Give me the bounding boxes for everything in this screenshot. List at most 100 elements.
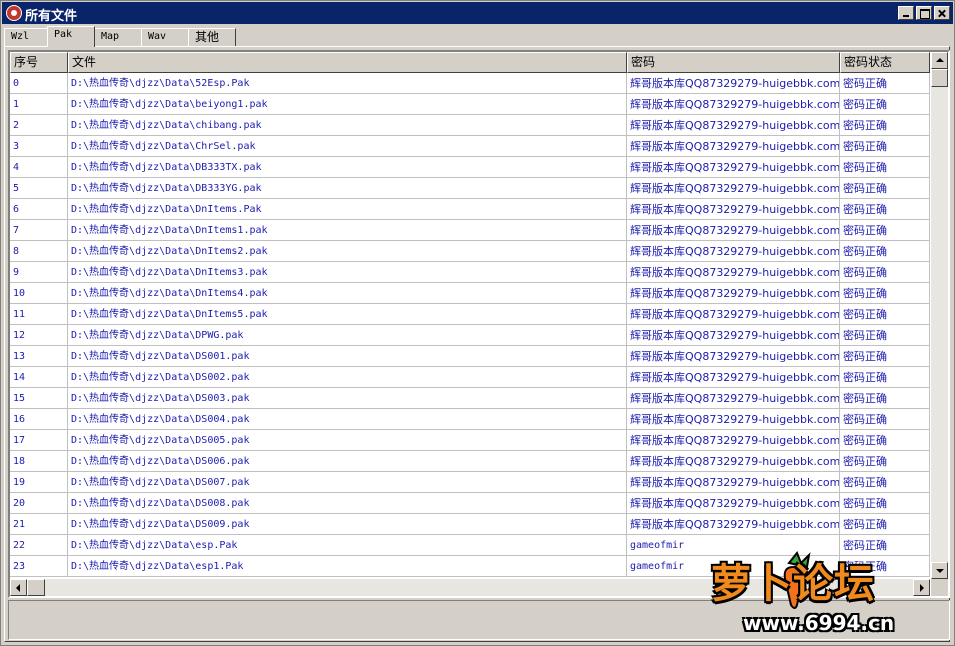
- row-index: 4: [10, 157, 68, 178]
- row-password-status: 密码正确: [840, 409, 930, 430]
- maximize-button[interactable]: [916, 6, 932, 20]
- column-header-index[interactable]: 序号: [10, 52, 68, 73]
- scroll-up-button[interactable]: [931, 52, 948, 69]
- row-password: 辉哥版本库QQ87329279-huigebbk.com: [627, 367, 840, 388]
- row-password-status: 密码正确: [840, 157, 930, 178]
- row-index: 22: [10, 535, 68, 556]
- horizontal-scroll-thumb[interactable]: [27, 579, 45, 596]
- row-password: 辉哥版本库QQ87329279-huigebbk.com: [627, 472, 840, 493]
- row-password: 辉哥版本库QQ87329279-huigebbk.com: [627, 94, 840, 115]
- app-window: 所有文件 Wzl Pak Map Wav 其他 序号 文件 密码 密码状态 0D…: [0, 0, 955, 646]
- row-password: 辉哥版本库QQ87329279-huigebbk.com: [627, 514, 840, 535]
- vertical-scrollbar[interactable]: [931, 52, 948, 579]
- row-password-status: 密码正确: [840, 430, 930, 451]
- row-file-path: D:\热血传奇\djzz\Data\beiyong1.pak: [68, 94, 627, 115]
- row-file-path: D:\热血传奇\djzz\Data\DS009.pak: [68, 514, 627, 535]
- table-row[interactable]: 21 D:\热血传奇\djzz\Data\DS009.pak 辉哥版本库QQ8732…: [10, 514, 930, 535]
- row-file-path: D:\热血传奇\djzz\Data\DnItems5.pak: [68, 304, 627, 325]
- tab-other[interactable]: 其他: [188, 28, 236, 47]
- tab-strip: Wzl Pak Map Wav 其他: [4, 26, 236, 47]
- row-file-path: D:\热血传奇\djzz\Data\DnItems3.pak: [68, 262, 627, 283]
- row-password-status: 密码正确: [840, 94, 930, 115]
- row-index: 10: [10, 283, 68, 304]
- table-row[interactable]: 9 D:\热血传奇\djzz\Data\DnItems3.pak 辉哥版本库QQ87…: [10, 262, 930, 283]
- table-row[interactable]: 17 D:\热血传奇\djzz\Data\DS005.pak 辉哥版本库QQ8732…: [10, 430, 930, 451]
- row-file-path: D:\热血传奇\djzz\Data\DS006.pak: [68, 451, 627, 472]
- table-row[interactable]: 12 D:\热血传奇\djzz\Data\DPWG.pak 辉哥版本库QQ87329…: [10, 325, 930, 346]
- row-index: 11: [10, 304, 68, 325]
- row-file-path: D:\热血传奇\djzz\Data\DS007.pak: [68, 472, 627, 493]
- row-password-status: 密码正确: [840, 451, 930, 472]
- table-row[interactable]: 2 D:\热血传奇\djzz\Data\chibang.pak 辉哥版本库QQ873…: [10, 115, 930, 136]
- title-bar[interactable]: 所有文件: [2, 2, 953, 24]
- column-header-file[interactable]: 文件: [68, 52, 627, 73]
- table-row[interactable]: 19 D:\热血传奇\djzz\Data\DS007.pak 辉哥版本库QQ8732…: [10, 472, 930, 493]
- table-row[interactable]: 15 D:\热血传奇\djzz\Data\DS003.pak 辉哥版本库QQ8732…: [10, 388, 930, 409]
- row-password: 辉哥版本库QQ87329279-huigebbk.com: [627, 451, 840, 472]
- row-index: 0: [10, 73, 68, 94]
- row-file-path: D:\热血传奇\djzz\Data\DS003.pak: [68, 388, 627, 409]
- list-rows: 0 D:\热血传奇\djzz\Data\52Esp.Pak 辉哥版本库QQ87329…: [10, 73, 930, 577]
- row-password-status: 密码正确: [840, 115, 930, 136]
- row-index: 1: [10, 94, 68, 115]
- row-password-status: 密码正确: [840, 199, 930, 220]
- row-file-path: D:\热血传奇\djzz\Data\DnItems4.pak: [68, 283, 627, 304]
- table-row[interactable]: 11 D:\热血传奇\djzz\Data\DnItems5.pak 辉哥版本库QQ8…: [10, 304, 930, 325]
- row-index: 17: [10, 430, 68, 451]
- minimize-button[interactable]: [898, 6, 914, 20]
- row-index: 13: [10, 346, 68, 367]
- list-header: 序号 文件 密码 密码状态: [10, 52, 930, 73]
- scroll-left-button[interactable]: [10, 579, 27, 596]
- row-password: 辉哥版本库QQ87329279-huigebbk.com: [627, 241, 840, 262]
- tab-map[interactable]: Map: [94, 28, 142, 47]
- row-password: 辉哥版本库QQ87329279-huigebbk.com: [627, 220, 840, 241]
- row-file-path: D:\热血传奇\djzz\Data\DnItems.Pak: [68, 199, 627, 220]
- row-index: 6: [10, 199, 68, 220]
- row-password-status: 密码正确: [840, 262, 930, 283]
- row-password-status: 密码正确: [840, 241, 930, 262]
- table-row[interactable]: 8 D:\热血传奇\djzz\Data\DnItems2.pak 辉哥版本库QQ87…: [10, 241, 930, 262]
- row-password: 辉哥版本库QQ87329279-huigebbk.com: [627, 262, 840, 283]
- row-file-path: D:\热血传奇\djzz\Data\DS002.pak: [68, 367, 627, 388]
- table-row[interactable]: 13 D:\热血传奇\djzz\Data\DS001.pak 辉哥版本库QQ8732…: [10, 346, 930, 367]
- row-password: 辉哥版本库QQ87329279-huigebbk.com: [627, 325, 840, 346]
- table-row[interactable]: 1 D:\热血传奇\djzz\Data\beiyong1.pak 辉哥版本库QQ87…: [10, 94, 930, 115]
- table-row[interactable]: 18 D:\热血传奇\djzz\Data\DS006.pak 辉哥版本库QQ8732…: [10, 451, 930, 472]
- tab-pak[interactable]: Pak: [47, 26, 95, 47]
- row-index: 5: [10, 178, 68, 199]
- row-index: 21: [10, 514, 68, 535]
- column-header-password[interactable]: 密码: [627, 52, 840, 73]
- watermark-logo-text: 萝卜论坛: [711, 561, 875, 607]
- file-list[interactable]: 序号 文件 密码 密码状态 0 D:\热血传奇\djzz\Data\52Esp.P…: [8, 50, 950, 598]
- row-password-status: 密码正确: [840, 346, 930, 367]
- row-password: 辉哥版本库QQ87329279-huigebbk.com: [627, 430, 840, 451]
- row-password: 辉哥版本库QQ87329279-huigebbk.com: [627, 115, 840, 136]
- row-index: 18: [10, 451, 68, 472]
- tab-wzl[interactable]: Wzl: [4, 28, 48, 47]
- watermark-url: www.6994.cn: [743, 611, 895, 635]
- table-row[interactable]: 10 D:\热血传奇\djzz\Data\DnItems4.pak 辉哥版本库QQ8…: [10, 283, 930, 304]
- row-file-path: D:\热血传奇\djzz\Data\DnItems1.pak: [68, 220, 627, 241]
- row-index: 23: [10, 556, 68, 577]
- row-password-status: 密码正确: [840, 283, 930, 304]
- row-password: 辉哥版本库QQ87329279-huigebbk.com: [627, 157, 840, 178]
- tab-wav[interactable]: Wav: [141, 28, 189, 47]
- row-password-status: 密码正确: [840, 493, 930, 514]
- row-password-status: 密码正确: [840, 325, 930, 346]
- table-row[interactable]: 6 D:\热血传奇\djzz\Data\DnItems.Pak 辉哥版本库QQ873…: [10, 199, 930, 220]
- table-row[interactable]: 0 D:\热血传奇\djzz\Data\52Esp.Pak 辉哥版本库QQ87329…: [10, 73, 930, 94]
- table-row[interactable]: 3 D:\热血传奇\djzz\Data\ChrSel.pak 辉哥版本库QQ8732…: [10, 136, 930, 157]
- row-password-status: 密码正确: [840, 178, 930, 199]
- vertical-scroll-thumb[interactable]: [931, 69, 948, 87]
- row-password: 辉哥版本库QQ87329279-huigebbk.com: [627, 409, 840, 430]
- table-row[interactable]: 4 D:\热血传奇\djzz\Data\DB333TX.pak 辉哥版本库QQ873…: [10, 157, 930, 178]
- table-row[interactable]: 5 D:\热血传奇\djzz\Data\DB333YG.pak 辉哥版本库QQ873…: [10, 178, 930, 199]
- watermark-logo: 萝卜论坛 www.6994.cn: [693, 549, 948, 641]
- column-header-password-status[interactable]: 密码状态: [840, 52, 930, 73]
- close-button[interactable]: [934, 6, 950, 20]
- table-row[interactable]: 20 D:\热血传奇\djzz\Data\DS008.pak 辉哥版本库QQ8732…: [10, 493, 930, 514]
- table-row[interactable]: 7 D:\热血传奇\djzz\Data\DnItems1.pak 辉哥版本库QQ87…: [10, 220, 930, 241]
- table-row[interactable]: 14 D:\热血传奇\djzz\Data\DS002.pak 辉哥版本库QQ8732…: [10, 367, 930, 388]
- table-row[interactable]: 16 D:\热血传奇\djzz\Data\DS004.pak 辉哥版本库QQ8732…: [10, 409, 930, 430]
- row-file-path: D:\热血传奇\djzz\Data\DS005.pak: [68, 430, 627, 451]
